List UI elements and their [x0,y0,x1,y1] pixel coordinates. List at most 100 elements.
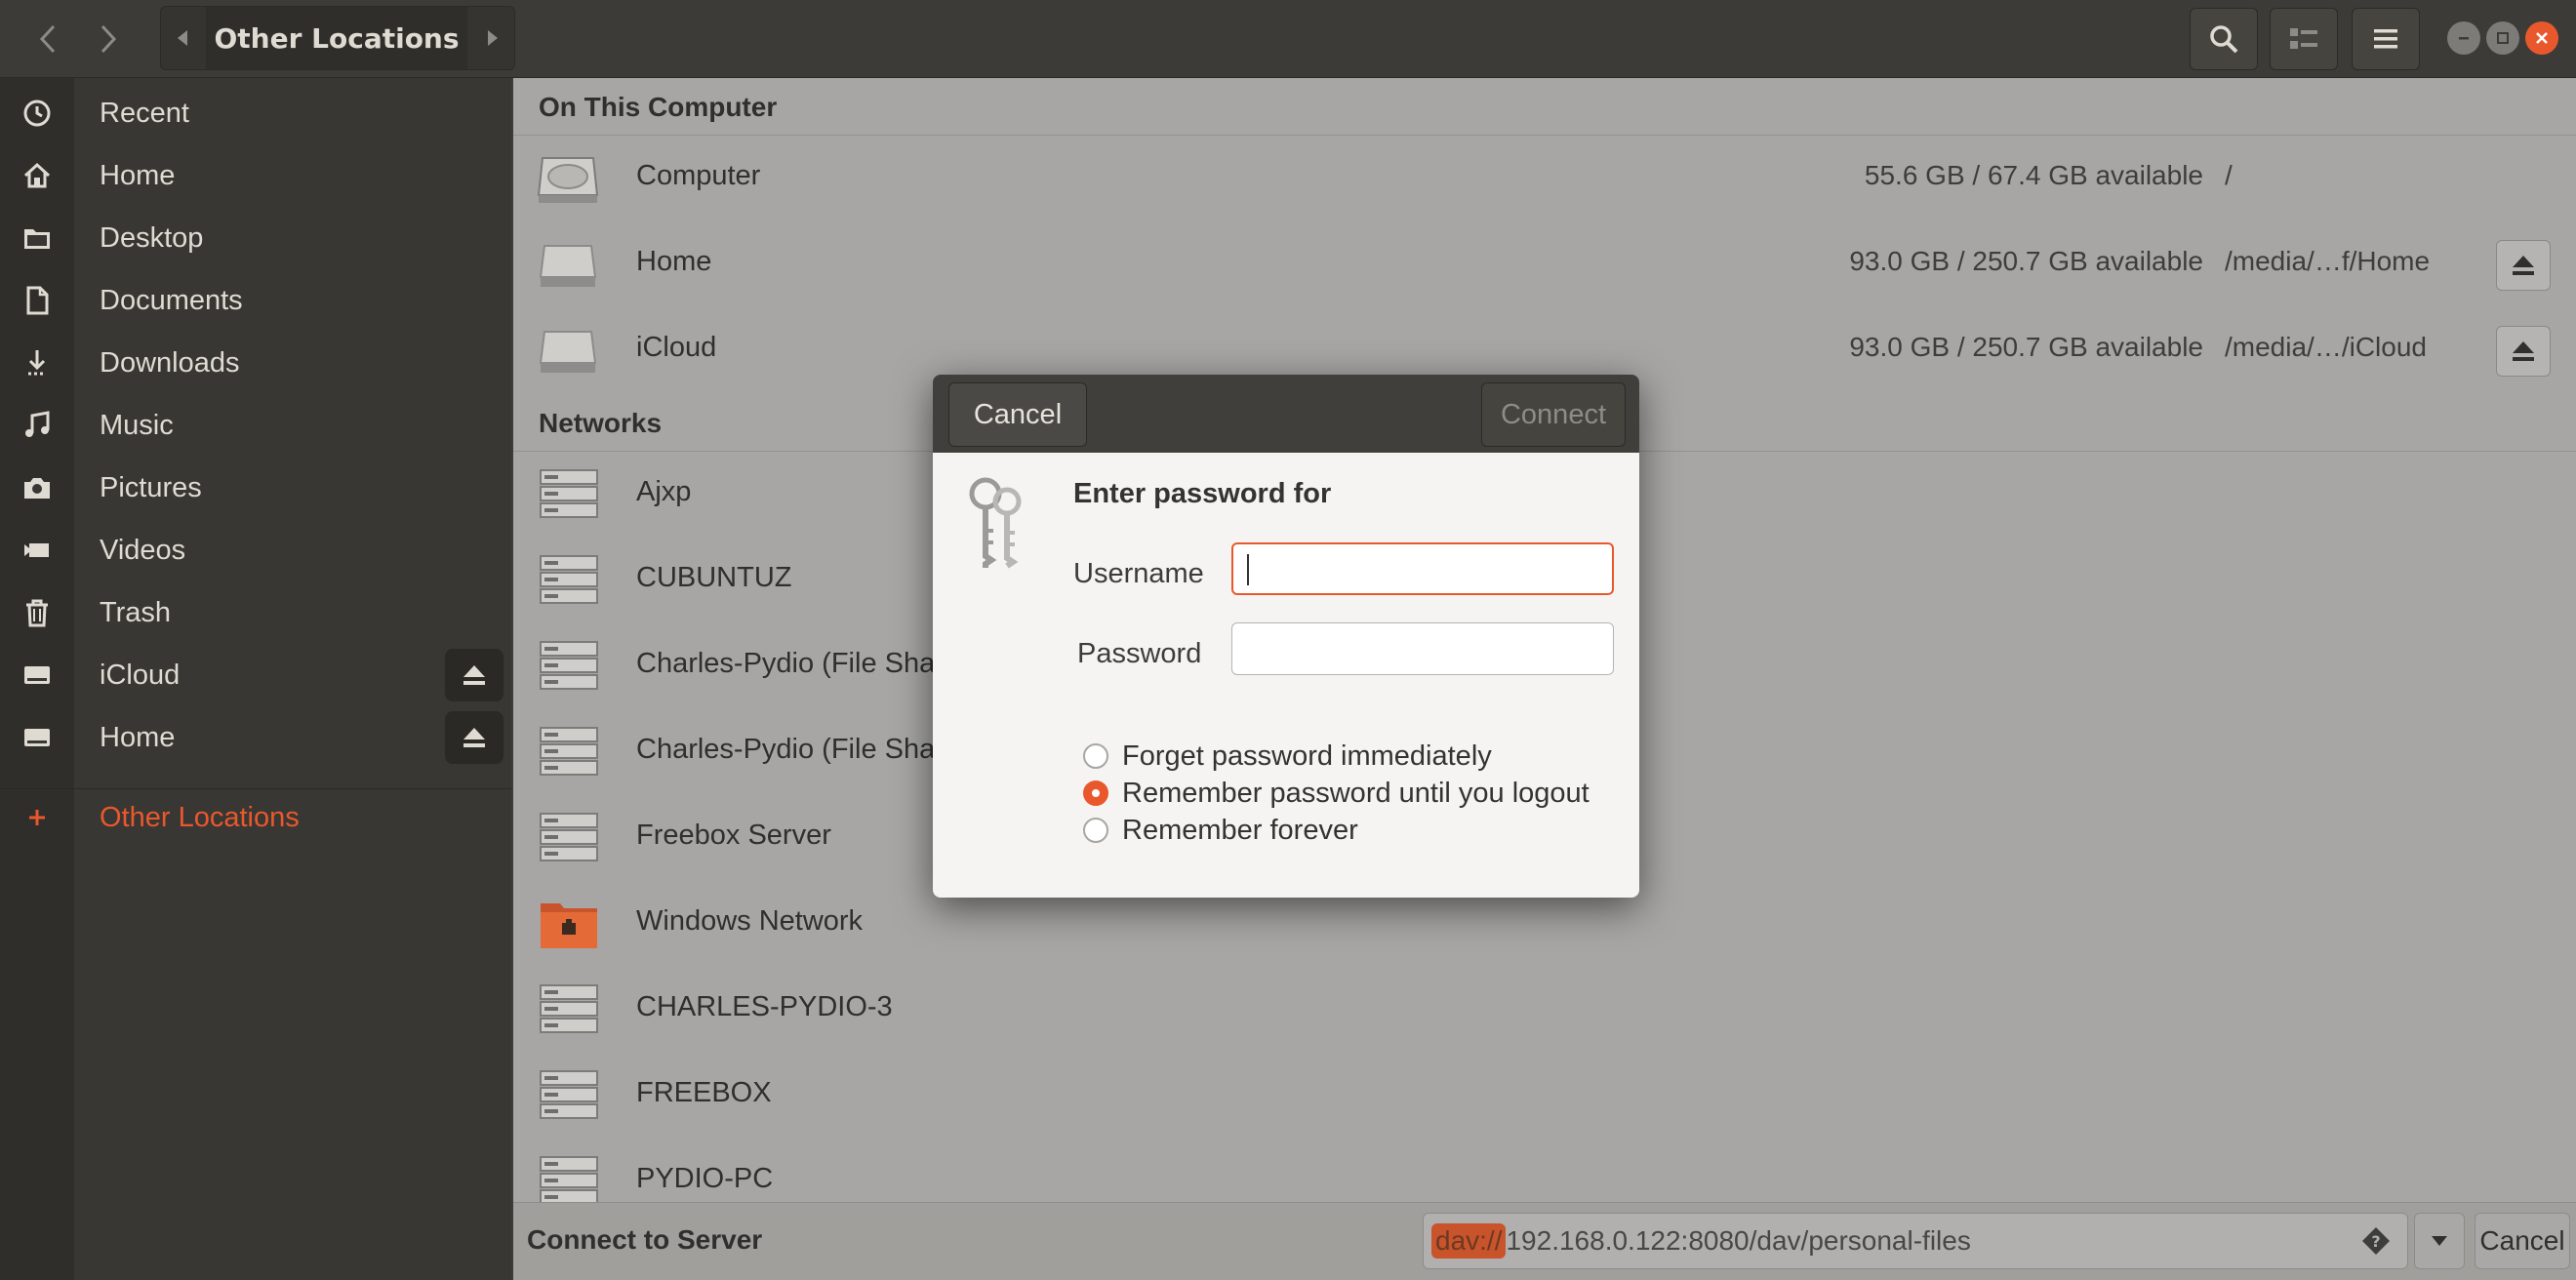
chevron-right-icon [101,24,117,54]
sidebar-item-downloads[interactable]: Downloads [0,334,511,392]
sidebar-item-label: Documents [100,284,243,316]
network-name: Windows Network [636,905,864,937]
eject-icloud-button[interactable] [445,649,503,701]
list-view-icon [2290,28,2317,49]
eject-home-row-button[interactable] [2496,240,2551,291]
search-icon [2210,25,2238,54]
location-usage: 55.6 GB / 67.4 GB available [1864,160,2203,190]
location-row-computer[interactable]: Computer 55.6 GB / 67.4 GB available / [513,137,2576,222]
search-button[interactable] [2190,8,2258,70]
radio-button-checked[interactable] [1083,780,1108,806]
keys-icon [969,477,1022,569]
help-icon[interactable]: ? [2358,1223,2394,1259]
plus-icon [16,796,59,839]
eject-icon [2513,256,2534,275]
server-address-input[interactable]: dav://192.168.0.122:8080/dav/personal-fi… [1423,1213,2408,1269]
sidebar-item-icloud[interactable]: iCloud [0,646,511,704]
path-scroll-left-button[interactable] [161,7,204,69]
network-name: CUBUNTUZ [636,562,792,593]
radio-button-unchecked[interactable] [1083,743,1108,769]
cancel-connect-button[interactable]: Cancel [2475,1213,2570,1269]
recent-servers-dropdown-button[interactable] [2414,1213,2465,1269]
sidebar-item-label: Other Locations [100,801,300,833]
location-name: Computer [636,160,761,191]
network-folder-icon [541,903,597,948]
eject-home-button[interactable] [445,711,503,764]
download-icon [16,341,59,384]
sidebar-item-home[interactable]: Home [0,146,511,205]
sidebar-item-label: Trash [100,596,172,628]
sidebar-item-recent[interactable]: Recent [0,84,511,142]
view-toggle-button[interactable] [2270,8,2338,70]
location-path: /media/…f/Home [2225,246,2431,276]
radio-button-unchecked[interactable] [1083,818,1108,843]
network-row[interactable]: CHARLES-PYDIO-3 [513,968,2576,1054]
server-icon [540,555,598,604]
network-name: Freebox Server [636,820,831,851]
text-caret [1247,554,1249,585]
network-name: Charles-Pydio (File Sha [636,648,936,679]
username-field[interactable] [1231,542,1614,595]
network-name: Charles-Pydio (File Sha [636,734,936,765]
server-icon [540,641,598,690]
sidebar-item-label: Videos [100,534,186,566]
section-title-networks: Networks [539,408,663,438]
minimize-icon [2459,37,2469,40]
sidebar-item-other-locations[interactable]: Other Locations [0,788,511,847]
minimize-button[interactable] [2447,21,2480,55]
dialog-connect-button[interactable]: Connect [1481,382,1626,447]
back-button[interactable] [14,8,82,70]
triangle-left-icon [178,30,187,46]
radio-remember-forever[interactable]: Remember forever [1083,812,1358,849]
eject-icon [463,728,485,747]
sidebar-item-documents[interactable]: Documents [0,271,511,330]
server-address-text: 192.168.0.122:8080/dav/personal-files [1506,1225,1971,1256]
radio-remember-until-logout[interactable]: Remember password until you logout [1083,775,1590,812]
sidebar-item-label: Pictures [100,471,202,503]
network-row[interactable]: FREEBOX [513,1054,2576,1140]
sidebar-item-label: iCloud [100,659,181,691]
sidebar-item-desktop[interactable]: Desktop [0,209,511,267]
hard-disk-icon [537,157,599,203]
eject-icloud-row-button[interactable] [2496,326,2551,377]
sidebar-item-trash[interactable]: Trash [0,583,511,642]
location-usage: 93.0 GB / 250.7 GB available [1849,246,2203,276]
dialog-body: Enter password for Username Password For… [933,453,1639,898]
dialog-cancel-button[interactable]: Cancel [948,382,1087,447]
drive-icon [539,245,597,287]
sidebar-item-label: Home [100,721,176,753]
maximize-button[interactable] [2486,21,2519,55]
sidebar-item-pictures[interactable]: Pictures [0,459,511,517]
chevron-down-icon [2432,1236,2447,1246]
music-icon [16,404,59,447]
radio-label: Remember forever [1122,814,1358,846]
sidebar-item-videos[interactable]: Videos [0,521,511,580]
location-row-home[interactable]: Home 93.0 GB / 250.7 GB available /media… [513,222,2576,308]
close-icon [2536,32,2548,44]
menu-button[interactable] [2352,8,2420,70]
breadcrumb-other-locations[interactable]: Other Locations [206,7,467,69]
clock-icon [16,92,59,135]
sidebar-item-home-drive[interactable]: Home [0,708,511,767]
eject-icon [2513,341,2534,361]
network-name: Ajxp [636,476,692,507]
triangle-right-icon [488,30,498,46]
drive-icon [539,331,597,373]
location-name: Home [636,246,712,277]
network-name: FREEBOX [636,1077,772,1108]
server-icon [540,813,598,861]
password-field[interactable] [1231,622,1614,675]
header-bar: Other Locations [0,0,2576,78]
folder-icon [16,217,59,260]
dialog-header: Cancel Connect [933,375,1639,453]
sidebar-item-label: Recent [100,97,189,129]
radio-forget-password[interactable]: Forget password immediately [1083,738,1492,775]
forward-button[interactable] [74,8,142,70]
server-icon [540,984,598,1033]
close-button[interactable] [2525,21,2558,55]
path-scroll-right-button[interactable] [471,7,514,69]
password-dialog: Cancel Connect Enter password for Userna… [933,375,1639,898]
sidebar-item-label: Desktop [100,221,204,254]
network-name: CHARLES-PYDIO-3 [636,991,893,1022]
sidebar-item-music[interactable]: Music [0,396,511,455]
